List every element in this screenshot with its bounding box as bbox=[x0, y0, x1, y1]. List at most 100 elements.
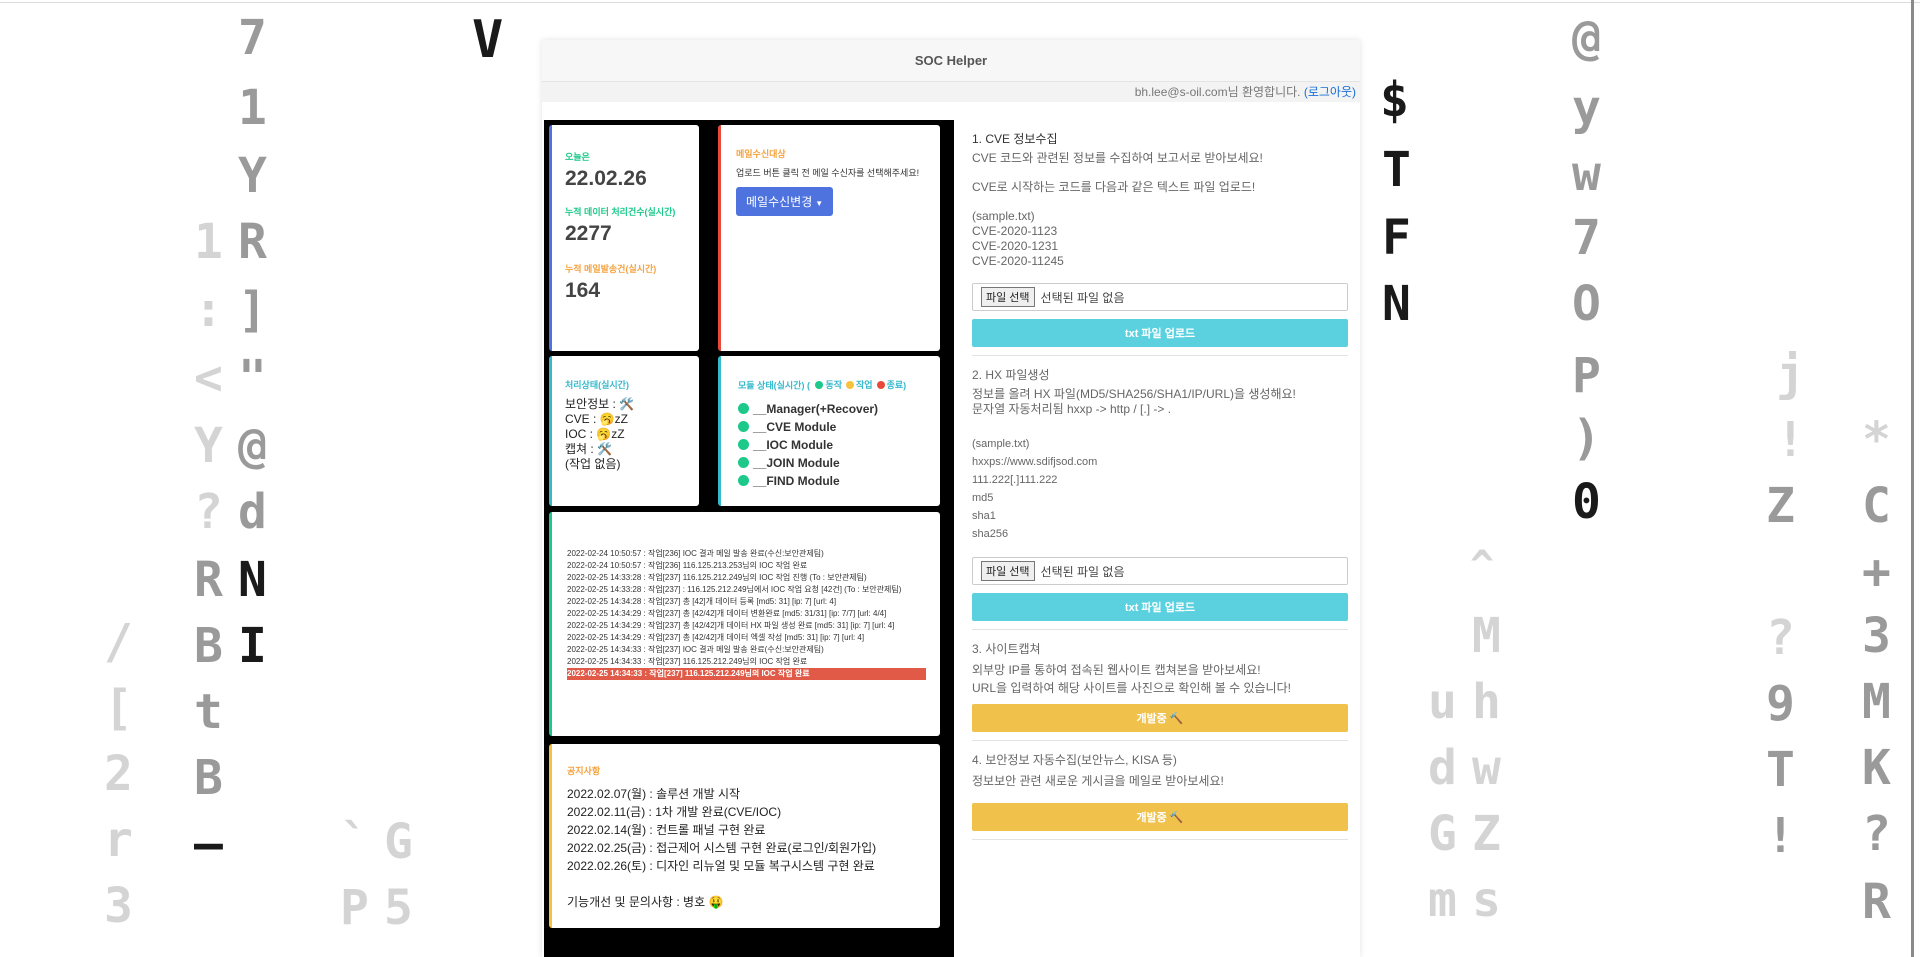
sample-line: CVE-2020-1231 bbox=[972, 239, 1059, 253]
hx-file-choose-button[interactable]: 파일 선택 bbox=[981, 561, 1035, 581]
notice-item: 2022.02.11(금) : 1차 개발 완료(CVE/IOC) bbox=[567, 805, 782, 819]
auto-collect-section: 4. 보안정보 자동수집(보안뉴스, KISA 등) 정보보안 관련 새로운 게… bbox=[972, 751, 1360, 840]
status-capture: 캡쳐 : 🛠️ bbox=[565, 442, 613, 456]
module-row: __CVE Module bbox=[738, 418, 940, 436]
tools-column: 1. CVE 정보수집 CVE 코드와 관련된 정보를 수집하여 보고서로 받아… bbox=[972, 120, 1360, 957]
module-row: __JOIN Module bbox=[738, 454, 940, 472]
bg-char: ! bbox=[1766, 808, 1795, 864]
mail-sent-label: 누적 메일발송건(실시간) bbox=[565, 264, 657, 274]
caret-down-icon: ▼ bbox=[815, 199, 824, 208]
bg-char: C bbox=[1862, 478, 1891, 534]
cve-file-input[interactable]: 파일 선택 선택된 파일 없음 bbox=[972, 283, 1348, 311]
capture-title: 3. 사이트캡쳐 bbox=[972, 642, 1041, 656]
mail-sent-value: 164 bbox=[565, 279, 601, 302]
bg-char: / bbox=[104, 614, 133, 670]
bg-char: d bbox=[238, 484, 267, 540]
divider bbox=[972, 839, 1348, 840]
bg-char: [ bbox=[104, 680, 133, 736]
bg-char: O bbox=[1572, 276, 1601, 332]
bg-char: Z bbox=[1766, 478, 1795, 534]
bg-char: @ bbox=[1572, 10, 1601, 66]
status-ioc: IOC : 🥱zZ bbox=[565, 427, 625, 441]
cve-section: 1. CVE 정보수집 CVE 코드와 관련된 정보를 수집하여 보고서로 받아… bbox=[972, 130, 1360, 356]
module-row: __FIND Module bbox=[738, 472, 940, 490]
bg-char: F bbox=[1382, 210, 1411, 266]
mail-target-text: 업로드 버튼 클릭 전 메일 수신자를 선택해주세요! bbox=[736, 168, 920, 178]
log-line: 2022-02-24 10:50:57 : 작업[236] IOC 결과 메일 … bbox=[567, 549, 824, 558]
divider bbox=[972, 740, 1348, 741]
sample-line: hxxps://www.sdifjsod.com bbox=[972, 456, 1098, 468]
bg-char: 2 bbox=[104, 746, 133, 802]
hx-file-input[interactable]: 파일 선택 선택된 파일 없음 bbox=[972, 557, 1348, 585]
user-email: bh.lee@s-oil.com bbox=[1134, 85, 1228, 99]
bg-char: " bbox=[238, 350, 267, 406]
module-status-card: 모듈 상태(실시간) ( 동작 작업 종료 ) __Manager(+Recov… bbox=[718, 356, 940, 506]
capture-dev-button[interactable]: 개발중 🔨 bbox=[972, 704, 1348, 732]
bg-char: ) bbox=[1572, 410, 1601, 466]
bg-char: @ bbox=[238, 418, 267, 474]
bg-char: 9 bbox=[1766, 676, 1795, 732]
cve-title: 1. CVE 정보수집 bbox=[972, 132, 1058, 146]
notice-label: 공지사항 bbox=[567, 766, 601, 776]
bg-char: G bbox=[1428, 806, 1457, 862]
bg-char: M bbox=[1862, 674, 1891, 730]
cve-upload-button[interactable]: txt 파일 업로드 bbox=[972, 319, 1348, 347]
processed-label: 누적 데이터 처리건수(실시간) bbox=[565, 207, 676, 217]
bg-char: P bbox=[1572, 348, 1601, 404]
capture-section: 3. 사이트캡쳐 외부망 IP를 통하여 접속된 웹사이트 캡쳐본을 받아보세요… bbox=[972, 640, 1360, 741]
bg-char: B bbox=[194, 618, 223, 674]
page-scrollbar[interactable] bbox=[1911, 0, 1914, 957]
red-dot-icon bbox=[876, 380, 885, 389]
module-status-title: 모듈 상태(실시간) ( bbox=[738, 380, 810, 391]
status-idle: (작업 없음) bbox=[565, 457, 621, 471]
green-dot-icon bbox=[738, 439, 749, 450]
logout-link[interactable]: (로그아웃) bbox=[1304, 85, 1356, 99]
bg-char: r bbox=[104, 812, 133, 868]
green-dot-icon bbox=[815, 380, 824, 389]
bg-char: 1 bbox=[194, 214, 223, 270]
cve-desc2: CVE로 시작하는 코드를 다음과 같은 텍스트 파일 업로드! bbox=[972, 180, 1256, 194]
bg-char: ! bbox=[1776, 412, 1805, 468]
module-status-label: 모듈 상태(실시간) ( 동작 작업 종료 ) bbox=[738, 378, 940, 392]
cve-sample: (sample.txt) CVE-2020-1123 CVE-2020-1231… bbox=[972, 209, 1360, 269]
page-title: SOC Helper bbox=[542, 40, 1360, 82]
mail-change-button[interactable]: 메일수신변경 ▼ bbox=[736, 187, 834, 216]
log-line: 2022-02-25 14:34:28 : 작업[237] 총 [42]개 데이… bbox=[567, 597, 837, 606]
module-name: __JOIN Module bbox=[753, 455, 840, 470]
hx-file-status: 선택된 파일 없음 bbox=[1040, 564, 1125, 579]
stats-card: 오늘은 22.02.26 누적 데이터 처리건수(실시간) 2277 누적 메일… bbox=[549, 125, 699, 351]
bg-char: R bbox=[194, 552, 223, 608]
hx-section: 2. HX 파일생성 정보를 올려 HX 파일(MD5/SHA256/SHA1/… bbox=[972, 366, 1360, 630]
notice-item: 2022.02.07(월) : 솔루션 개발 시작 bbox=[567, 787, 741, 801]
today-label: 오늘은 bbox=[565, 152, 590, 162]
notice-card: 공지사항 2022.02.07(월) : 솔루션 개발 시작 2022.02.1… bbox=[549, 744, 940, 928]
bg-char: T bbox=[1382, 142, 1411, 198]
hx-upload-button[interactable]: txt 파일 업로드 bbox=[972, 593, 1348, 621]
log-line-highlighted: 2022-02-25 14:34:33 : 작업[237] 116.125.21… bbox=[567, 668, 926, 680]
sample-line: sha256 bbox=[972, 528, 1009, 540]
auto-desc: 정보보안 관련 새로운 게시글을 메일로 받아보세요! bbox=[972, 774, 1224, 788]
bg-char: ] bbox=[238, 282, 267, 338]
cve-file-status: 선택된 파일 없음 bbox=[1040, 290, 1125, 305]
bg-char: y bbox=[1572, 80, 1601, 136]
mail-change-label: 메일수신변경 bbox=[746, 195, 813, 209]
auto-dev-button[interactable]: 개발중 🔨 bbox=[972, 803, 1348, 831]
bg-char: ? bbox=[194, 484, 223, 540]
bg-char: + bbox=[1862, 544, 1891, 600]
legend-running: 동작 bbox=[825, 380, 843, 390]
log-line: 2022-02-25 14:33:28 : 작업[237] : 116.125.… bbox=[567, 585, 902, 594]
module-name: __FIND Module bbox=[753, 473, 840, 488]
divider bbox=[972, 629, 1348, 630]
bg-char: Y bbox=[238, 148, 267, 204]
content-area: 오늘은 22.02.26 누적 데이터 처리건수(실시간) 2277 누적 메일… bbox=[542, 120, 1360, 957]
bg-char: t bbox=[194, 684, 223, 740]
bg-char: w bbox=[1472, 740, 1501, 796]
process-status-list: 보안정보 : 🛠️ CVE : 🥱zZ IOC : 🥱zZ 캡쳐 : 🛠️ (작… bbox=[565, 397, 699, 472]
log-line: 2022-02-25 14:33:28 : 작업[237] 116.125.21… bbox=[567, 573, 867, 582]
bg-char: ? bbox=[1766, 610, 1795, 666]
bg-char: d bbox=[1428, 740, 1457, 796]
cve-desc: CVE 코드와 관련된 정보를 수집하여 보고서로 받아보세요! bbox=[972, 151, 1263, 165]
cve-file-choose-button[interactable]: 파일 선택 bbox=[981, 287, 1035, 307]
bg-char: < bbox=[194, 350, 223, 406]
bg-char: N bbox=[1382, 276, 1411, 332]
